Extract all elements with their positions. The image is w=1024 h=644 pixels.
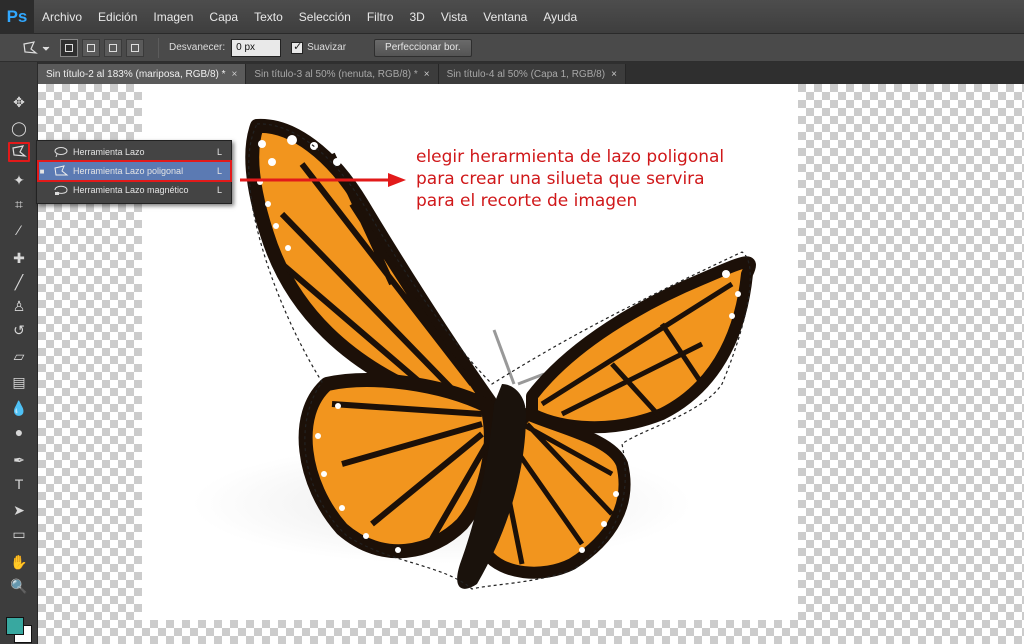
menu-filtro[interactable]: Filtro — [359, 10, 402, 24]
menu-bar: Ps Archivo Edición Imagen Capa Texto Sel… — [0, 0, 1024, 34]
menu-imagen[interactable]: Imagen — [145, 10, 201, 24]
menu-texto[interactable]: Texto — [246, 10, 291, 24]
pen-tool-icon[interactable]: ✒ — [8, 450, 30, 470]
menu-seleccion[interactable]: Selección — [291, 10, 359, 24]
refine-edge-button[interactable]: Perfeccionar bor. — [374, 38, 472, 57]
polygonal-lasso-icon — [23, 40, 50, 54]
tab-document-1[interactable]: Sin título-2 al 183% (mariposa, RGB/8) *… — [38, 64, 247, 84]
hand-tool-icon[interactable]: ✋ — [8, 552, 30, 572]
new-selection-button[interactable] — [60, 38, 78, 57]
tab-document-3[interactable]: Sin título-4 al 50% (Capa 1, RGB/8) × — [438, 64, 626, 84]
foreground-color-swatch[interactable] — [6, 617, 24, 635]
clone-stamp-icon[interactable]: ♙ — [8, 296, 30, 316]
history-brush-icon[interactable]: ↺ — [8, 320, 30, 340]
antialias-checkbox[interactable] — [291, 40, 304, 54]
close-icon[interactable]: × — [232, 69, 238, 80]
annotation-line: para crear una silueta que servira — [416, 169, 705, 189]
menu-capa[interactable]: Capa — [201, 10, 246, 24]
lasso-tool-icon[interactable] — [8, 142, 30, 162]
menu-edicion[interactable]: Edición — [90, 10, 145, 24]
menu-item-magnetic-lasso[interactable]: Herramienta Lazo magnético L — [37, 181, 231, 199]
menu-item-lasso[interactable]: Herramienta Lazo L — [37, 143, 231, 161]
eyedropper-icon[interactable]: ⁄ — [8, 220, 30, 240]
photoshop-logo: Ps — [0, 0, 34, 34]
tab-document-2[interactable]: Sin título-3 al 50% (nenuta, RGB/8) * × — [246, 64, 439, 84]
menu-3d[interactable]: 3D — [401, 10, 432, 24]
subtract-selection-button[interactable] — [104, 38, 122, 57]
tool-preset-picker[interactable] — [16, 36, 56, 60]
tools-panel: ✥ ◯ ✦ ⌗ ⁄ ✚ ╱ ♙ ↺ ▱ ▤ 💧 ● ✒ T ➤ ▭ ✋ 🔍 — [0, 62, 38, 644]
path-selection-icon[interactable]: ➤ — [8, 500, 30, 520]
annotation-line: elegir herarmienta de lazo poligonal — [416, 147, 725, 167]
eraser-icon[interactable]: ▱ — [8, 346, 30, 366]
healing-brush-icon[interactable]: ✚ — [8, 248, 30, 268]
menu-ventana[interactable]: Ventana — [475, 10, 535, 24]
marquee-tool-icon[interactable]: ◯ — [8, 118, 30, 138]
shortcut-key: L — [217, 147, 223, 157]
menu-item-label: Herramienta Lazo — [73, 147, 145, 157]
blur-tool-icon[interactable]: 💧 — [8, 398, 30, 418]
type-tool-icon[interactable]: T — [8, 474, 30, 494]
add-selection-button[interactable] — [82, 38, 100, 57]
menu-vista[interactable]: Vista — [433, 10, 475, 24]
gradient-tool-icon[interactable]: ▤ — [8, 372, 30, 392]
intersect-selection-button[interactable] — [126, 38, 144, 57]
close-icon[interactable]: × — [424, 69, 430, 80]
dodge-tool-icon[interactable]: ● — [8, 422, 30, 442]
tab-label: Sin título-4 al 50% (Capa 1, RGB/8) — [446, 68, 606, 80]
annotation-line: para el recorte de imagen — [416, 191, 638, 211]
menu-item-label: Herramienta Lazo magnético — [73, 185, 189, 195]
zoom-tool-icon[interactable]: 🔍 — [8, 576, 30, 596]
document-tabs: Sin título-2 al 183% (mariposa, RGB/8) *… — [38, 62, 1024, 84]
tab-label: Sin título-3 al 50% (nenuta, RGB/8) * — [254, 68, 418, 80]
tab-label: Sin título-2 al 183% (mariposa, RGB/8) * — [46, 68, 226, 80]
magnetic-lasso-icon — [53, 184, 69, 196]
lasso-icon — [53, 146, 69, 158]
options-bar: Desvanecer: 0 px Suavizar Perfeccionar b… — [0, 34, 1024, 62]
menu-archivo[interactable]: Archivo — [34, 10, 90, 24]
annotation-text: elegir herarmienta de lazo poligonal par… — [416, 146, 776, 212]
magic-wand-icon[interactable]: ✦ — [8, 170, 30, 190]
shortcut-key: L — [217, 185, 223, 195]
menu-ayuda[interactable]: Ayuda — [535, 10, 585, 24]
shape-tool-icon[interactable]: ▭ — [8, 524, 30, 544]
feather-input[interactable]: 0 px — [231, 38, 282, 57]
divider — [158, 37, 159, 58]
antialias-label: Suavizar — [307, 42, 347, 53]
move-tool-icon[interactable]: ✥ — [8, 92, 30, 112]
feather-label: Desvanecer: — [169, 42, 226, 53]
highlight-box — [37, 160, 232, 182]
crop-tool-icon[interactable]: ⌗ — [8, 194, 30, 214]
annotation-arrow-icon — [240, 173, 406, 187]
brush-tool-icon[interactable]: ╱ — [8, 272, 30, 292]
close-icon[interactable]: × — [611, 69, 617, 80]
